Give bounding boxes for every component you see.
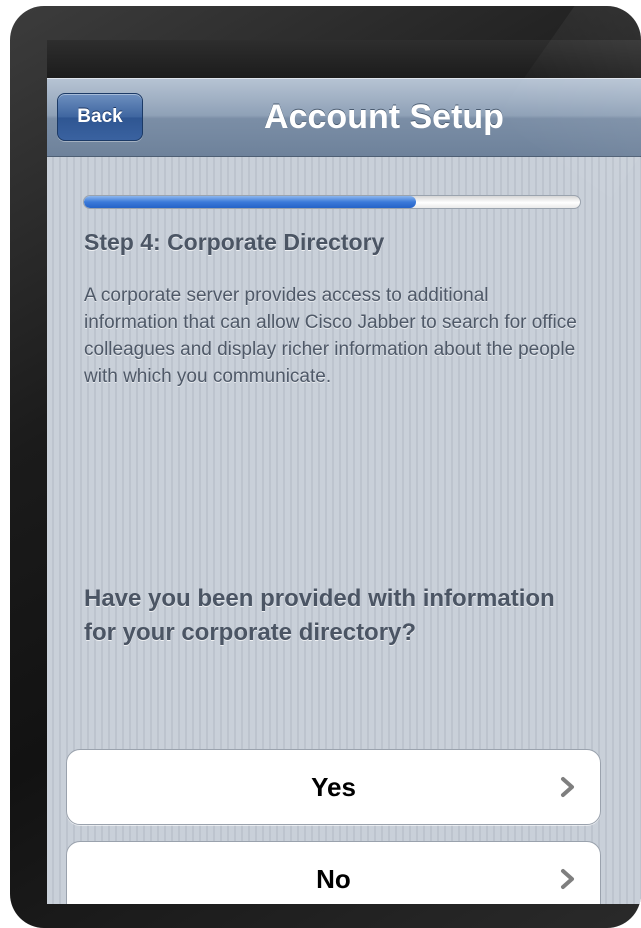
progress-bar [83, 195, 581, 209]
step-title: Step 4: Corporate Directory [84, 229, 385, 255]
setup-content: Step 4: Corporate Directory A corporate … [47, 157, 641, 904]
no-button-label: No [316, 864, 351, 894]
status-bar [47, 40, 641, 78]
screen: Account Setup Back Step 4: Corporate Dir… [47, 40, 641, 904]
chevron-right-icon [561, 777, 574, 797]
chevron-right-icon [561, 869, 574, 889]
step-description: A corporate server provides access to ad… [84, 285, 577, 387]
phone-frame: Account Setup Back Step 4: Corporate Dir… [10, 6, 641, 928]
no-button[interactable]: No [66, 841, 601, 904]
yes-button-label: Yes [311, 772, 356, 802]
setup-question: Have you been provided with information … [84, 585, 555, 646]
yes-button[interactable]: Yes [66, 749, 601, 825]
progress-bar-fill [84, 196, 417, 208]
navigation-bar: Account Setup Back [47, 78, 641, 157]
back-button[interactable]: Back [57, 93, 143, 141]
